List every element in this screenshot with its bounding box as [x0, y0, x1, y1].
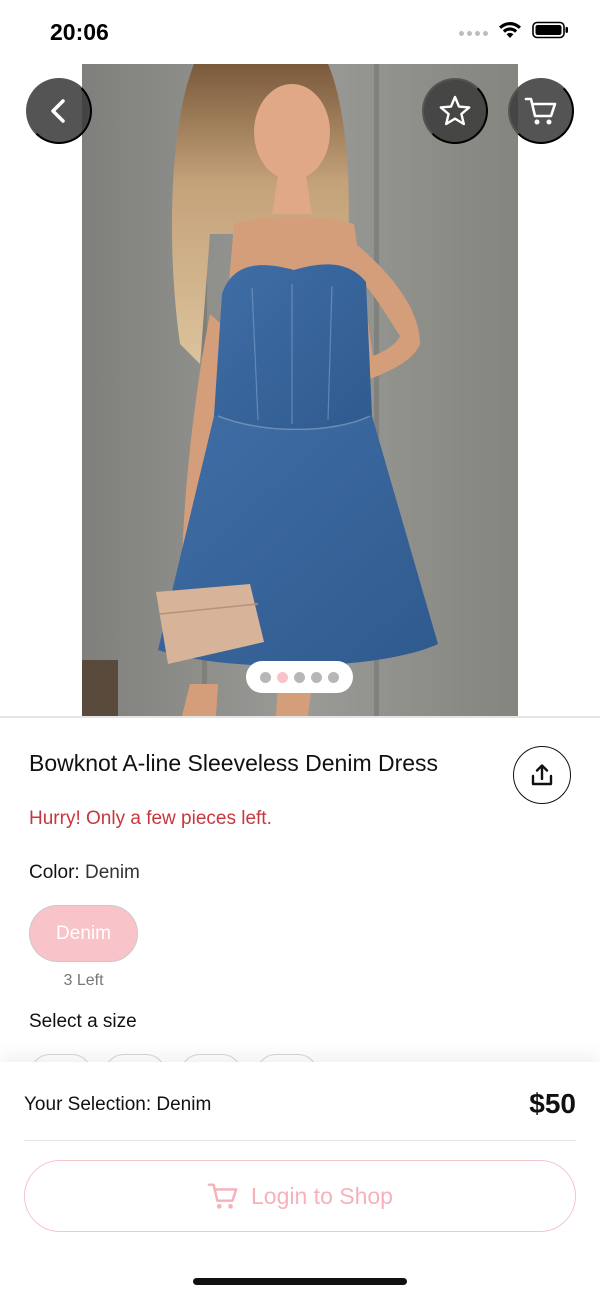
star-icon [439, 95, 471, 126]
pagination-dot-active[interactable] [277, 671, 288, 683]
pagination-dot[interactable] [328, 671, 339, 683]
product-image[interactable] [82, 64, 518, 716]
home-indicator[interactable] [193, 1278, 407, 1285]
login-to-shop-label: Login to Shop [251, 1182, 393, 1209]
favorite-button[interactable] [422, 78, 488, 144]
back-button[interactable] [26, 78, 92, 144]
cart-button[interactable] [508, 78, 574, 144]
price: $50 [529, 1088, 576, 1119]
pagination-dot[interactable] [294, 671, 305, 683]
chevron-left-icon [51, 99, 65, 123]
color-swatch-denim[interactable]: Denim [29, 905, 138, 962]
color-selection-label: Color: Denim [29, 862, 140, 884]
cart-icon [524, 97, 557, 125]
color-value: Denim [84, 862, 140, 883]
battery-icon [532, 21, 568, 39]
pagination-dot[interactable] [311, 671, 322, 683]
product-photo-illustration [82, 64, 518, 716]
selection-value: Denim [156, 1094, 212, 1115]
login-to-shop-button[interactable]: Login to Shop [24, 1160, 576, 1232]
share-button[interactable] [513, 746, 571, 804]
share-icon [531, 764, 553, 786]
pagination-dot[interactable] [260, 671, 271, 683]
selection-label: Your Selection: [24, 1094, 152, 1115]
status-time: 20:06 [50, 19, 109, 45]
status-bar: 20:06 [0, 0, 600, 64]
size-label: Select a size [29, 1011, 137, 1032]
product-title: Bowknot A-line Sleeveless Denim Dress [29, 750, 439, 776]
swatch-stock-count: 3 Left [63, 972, 104, 989]
cellular-signal-icon [459, 30, 488, 36]
color-label: Color: [29, 862, 80, 883]
selection-summary: Your Selection: Denim [24, 1094, 211, 1116]
status-icons [459, 20, 570, 40]
checkout-bar: Your Selection: Denim $50 Login to Shop [0, 1062, 600, 1299]
wifi-icon [499, 22, 521, 38]
stock-alert: Hurry! Only a few pieces left. [29, 808, 272, 829]
divider [0, 716, 600, 718]
divider [24, 1140, 576, 1141]
cart-icon [207, 1183, 238, 1209]
image-pagination[interactable] [246, 661, 353, 693]
